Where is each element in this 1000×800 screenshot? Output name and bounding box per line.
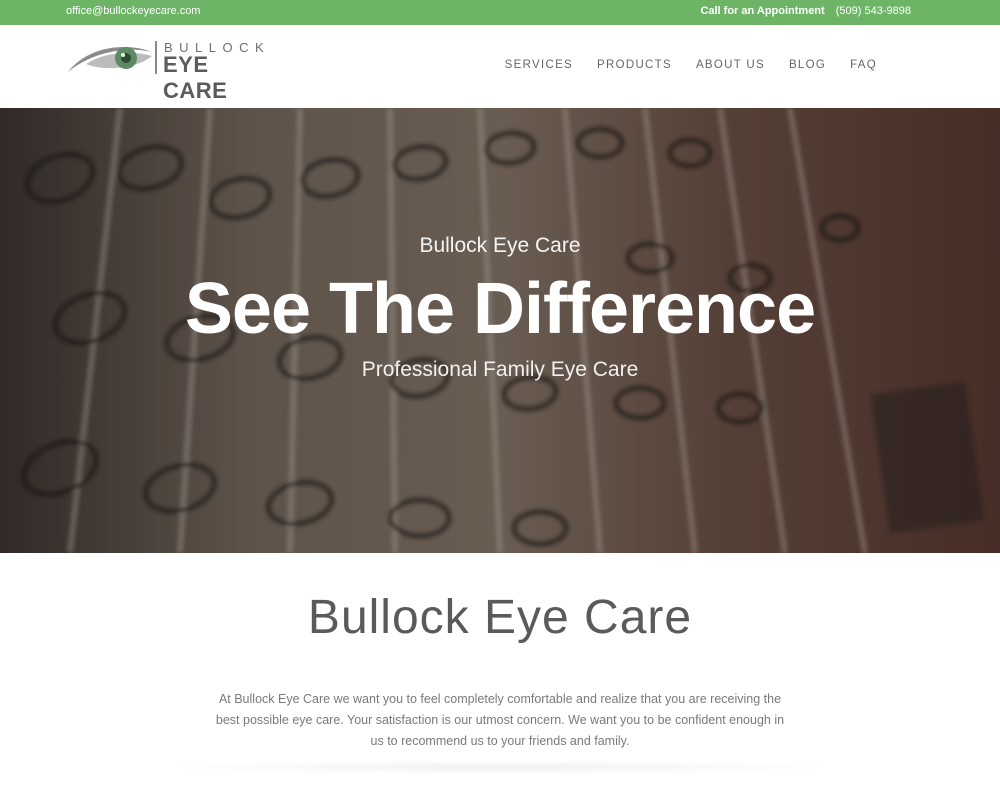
intro-paragraph: At Bullock Eye Care we want you to feel …: [215, 692, 785, 748]
appointment-info: Call for an Appointment (509) 543-9898: [700, 5, 911, 17]
eye-icon: [68, 46, 152, 72]
site-logo[interactable]: BULLOCK EYE CARE: [66, 38, 276, 103]
hero-tagline: Bullock Eye Care: [419, 234, 581, 257]
hero-subheadline: Professional Family Eye Care: [361, 358, 639, 381]
nav-blog[interactable]: BLOG: [789, 59, 826, 71]
appointment-label: Call for an Appointment: [700, 5, 825, 17]
main-nav: SERVICES PRODUCTS ABOUT US BLOG FAQ: [505, 59, 877, 71]
phone-link[interactable]: (509) 543-9898: [836, 5, 911, 17]
nav-products[interactable]: PRODUCTS: [597, 59, 672, 71]
email-link[interactable]: office@bullockeyecare.com: [66, 5, 200, 17]
section-divider-shadow: [160, 760, 840, 774]
logo-divider: [155, 41, 157, 74]
logo-text-eye-care: EYE CARE: [163, 52, 228, 103]
top-contact-bar: office@bullockeyecare.com Call for an Ap…: [0, 0, 1000, 25]
nav-faq[interactable]: FAQ: [850, 59, 877, 71]
hero-banner: Bullock Eye Care See The Difference Prof…: [0, 108, 1000, 553]
hero-headline: See The Difference: [184, 269, 816, 349]
intro-title: Bullock Eye Care: [307, 591, 693, 644]
nav-about-us[interactable]: ABOUT US: [696, 59, 765, 71]
site-header: BULLOCK EYE CARE SERVICES PRODUCTS ABOUT…: [0, 25, 1000, 108]
nav-services[interactable]: SERVICES: [505, 59, 573, 71]
